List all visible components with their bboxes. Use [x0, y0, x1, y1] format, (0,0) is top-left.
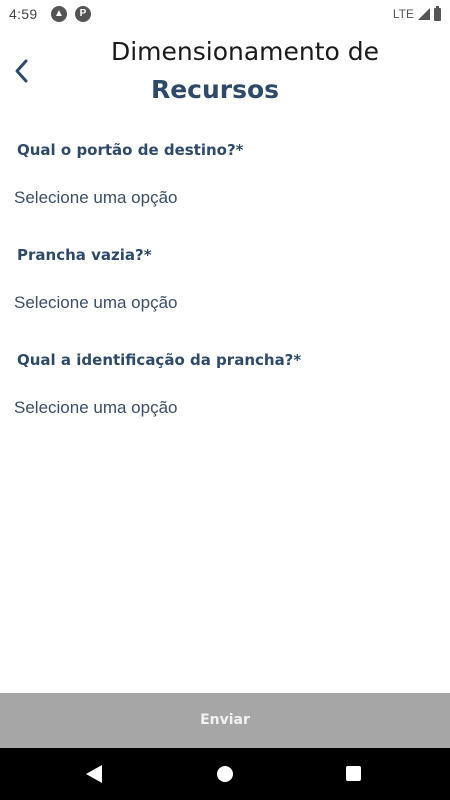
home-circle-icon[interactable] — [217, 766, 233, 782]
app-p-icon: P — [75, 6, 91, 22]
recents-square-icon[interactable] — [346, 766, 361, 781]
status-bar: 4:59 ▲ P LTE — [0, 0, 450, 28]
board-id-select[interactable]: Selecione uma opção — [14, 398, 434, 418]
question-label-board-id: Qual a identificação da prancha?* — [17, 351, 302, 369]
network-type: LTE — [392, 7, 414, 21]
submit-button[interactable]: Enviar — [0, 693, 450, 748]
battery-icon — [434, 5, 441, 21]
chevron-left-icon — [15, 59, 28, 83]
back-button[interactable] — [10, 56, 36, 86]
status-time: 4:59 — [9, 6, 38, 22]
page-subtitle: Recursos — [150, 75, 280, 104]
destination-gate-select[interactable]: Selecione uma opção — [14, 188, 434, 208]
navigation-bar — [0, 748, 450, 800]
back-triangle-icon[interactable] — [86, 765, 102, 783]
question-label-destination-gate: Qual o portão de destino?* — [17, 141, 244, 159]
signal-icon — [418, 8, 430, 20]
status-indicators: LTE — [393, 5, 441, 23]
app-a-icon: ▲ — [51, 6, 67, 22]
empty-board-select[interactable]: Selecione uma opção — [14, 293, 434, 313]
page-title: Dimensionamento de — [110, 37, 380, 66]
question-label-empty-board: Prancha vazia?* — [17, 246, 152, 264]
